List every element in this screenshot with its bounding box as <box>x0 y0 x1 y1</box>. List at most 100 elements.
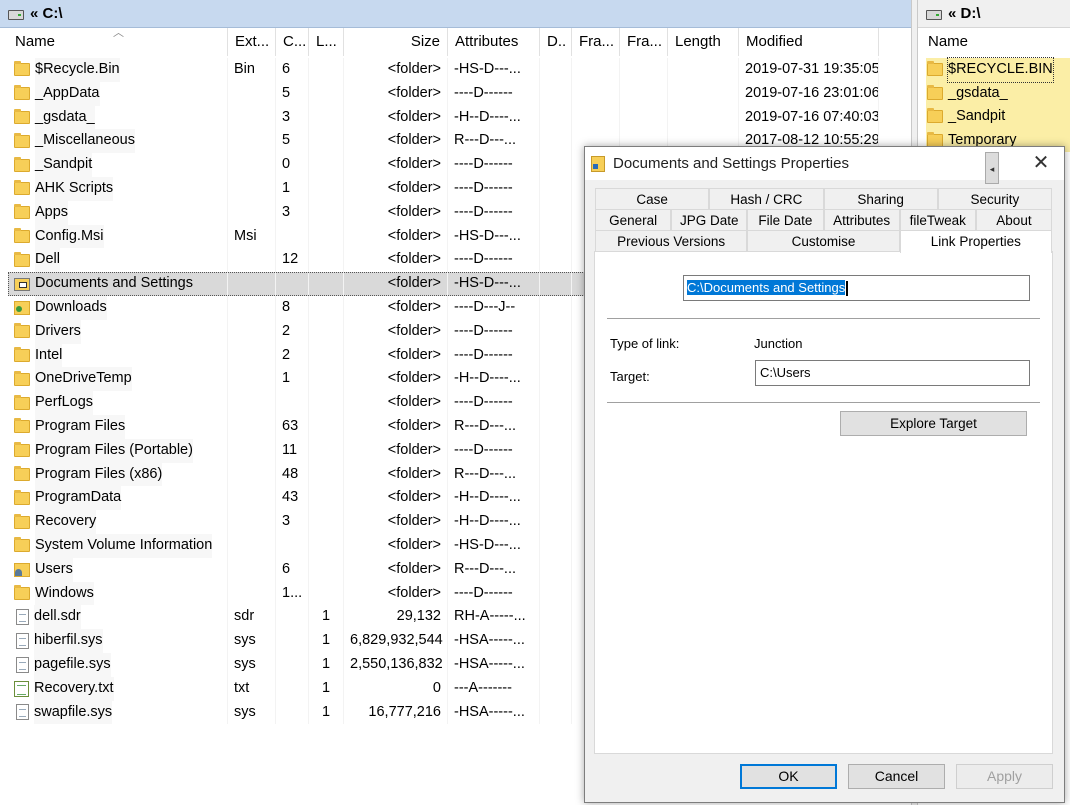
name-cell: Program Files (Portable) <box>8 438 228 463</box>
file-row[interactable]: $RECYCLE.BIN <box>926 57 1070 83</box>
count-cell: 6 <box>276 557 309 582</box>
column-header-size[interactable]: Size <box>344 28 448 56</box>
ext-cell <box>228 129 276 154</box>
tab-security[interactable]: Security <box>937 188 1052 209</box>
d-cell <box>540 557 572 582</box>
size-cell: <folder> <box>344 510 448 534</box>
close-button[interactable]: ✕ <box>1018 147 1064 180</box>
column-header-name[interactable]: Name ︿ <box>8 28 228 56</box>
size-cell: <folder> <box>344 438 448 463</box>
modified-cell: 2019-07-16 07:40:03 <box>739 105 879 130</box>
tab-previous-versions[interactable]: Previous Versions <box>595 230 748 251</box>
explore-target-button[interactable]: Explore Target <box>840 411 1027 436</box>
count-cell: 1... <box>276 581 309 606</box>
d-cell <box>540 58 572 82</box>
links-cell <box>309 486 344 511</box>
column-header-length[interactable]: Length <box>668 28 739 56</box>
tab-general[interactable]: General <box>595 209 672 230</box>
tab-jpg-date[interactable]: JPG Date <box>671 209 748 230</box>
name-cell: Program Files <box>8 414 228 439</box>
name-cell: Documents and Settings <box>8 272 228 296</box>
column-header-d[interactable]: D.. <box>540 28 572 56</box>
ext-cell <box>228 272 276 296</box>
right-path-bar[interactable]: « D:\ <box>918 0 1070 28</box>
tab-customise[interactable]: Customise <box>747 230 900 251</box>
folder-icon <box>927 84 943 100</box>
column-header-ext[interactable]: Ext... <box>228 28 276 56</box>
size-cell: <folder> <box>344 343 448 368</box>
count-cell <box>276 629 309 653</box>
fra-cell <box>572 58 620 82</box>
tab-hash-crc[interactable]: Hash / CRC <box>709 188 824 209</box>
file-name: swapfile.sys <box>34 700 113 725</box>
size-cell: 29,132 <box>344 605 448 630</box>
folder-icon <box>14 370 30 386</box>
modified-cell: 2019-07-31 19:35:05 <box>739 58 879 82</box>
folder-icon <box>14 394 30 410</box>
file-row[interactable]: _gsdata_ <box>926 81 1070 106</box>
attributes-cell: -HS-D---... <box>448 58 540 82</box>
d-cell <box>540 533 572 558</box>
right-column-header-name[interactable]: Name <box>926 28 968 56</box>
size-cell: 16,777,216 <box>344 700 448 725</box>
tab-case[interactable]: Case <box>595 188 710 209</box>
sort-ascending-icon: ︿ <box>113 28 124 39</box>
file-name: Config.Msi <box>35 224 104 249</box>
fra-cell <box>620 105 668 130</box>
count-cell: 1 <box>276 176 309 201</box>
column-header-count[interactable]: C... <box>276 28 309 56</box>
drive-icon <box>8 9 24 20</box>
file-row[interactable]: _gsdata_ 3 <folder> -H--D----... 2019-07-16 … <box>8 105 911 130</box>
ext-cell <box>228 200 276 225</box>
attributes-cell: RH-A-----... <box>448 605 540 630</box>
column-header-fra-2[interactable]: Fra... <box>620 28 668 56</box>
file-row[interactable]: _Sandpit <box>926 105 1070 129</box>
cancel-button[interactable]: Cancel <box>848 764 945 789</box>
ok-button[interactable]: OK <box>740 764 837 789</box>
folder-icon <box>14 204 30 220</box>
tab-attributes[interactable]: Attributes <box>823 209 900 230</box>
file-name: Windows <box>35 581 94 606</box>
right-file-list: $RECYCLE.BIN _gsdata_ _Sandpit Temporary <box>926 57 1070 153</box>
dialog-title: Documents and Settings Properties <box>613 155 849 172</box>
attributes-cell: -HS-D---... <box>448 533 540 558</box>
name-cell: OneDriveTemp <box>8 367 228 392</box>
download-icon <box>14 300 30 315</box>
count-cell: 11 <box>276 438 309 463</box>
file-name: AHK Scripts <box>35 176 114 201</box>
ext-cell <box>228 462 276 487</box>
left-path-bar[interactable]: « C:\ <box>0 0 911 28</box>
apply-button[interactable]: Apply <box>956 764 1053 789</box>
pin-icon[interactable]: ◂ <box>985 152 999 184</box>
column-header-attributes[interactable]: Attributes <box>448 28 540 56</box>
drive-icon <box>926 9 942 20</box>
column-header-links[interactable]: L... <box>309 28 344 56</box>
links-cell <box>309 391 344 415</box>
column-header-modified[interactable]: Modified <box>739 28 879 56</box>
links-cell <box>309 129 344 154</box>
file-icon <box>16 656 29 673</box>
ext-cell: txt <box>228 676 276 701</box>
file-row[interactable]: $Recycle.Bin Bin 6 <folder> -HS-D---... 2019-… <box>8 58 911 82</box>
count-cell <box>276 605 309 630</box>
d-cell <box>540 319 572 344</box>
dialog-titlebar[interactable]: Documents and Settings Properties ◂ ✕ <box>585 147 1064 184</box>
ext-cell <box>228 486 276 511</box>
attributes-cell: -HSA-----... <box>448 629 540 653</box>
ext-cell <box>228 533 276 558</box>
target-field[interactable]: C:\Users <box>755 360 1030 386</box>
file-row[interactable]: _AppData 5 <folder> ----D------ 2019-07-16 2… <box>8 81 911 106</box>
link-path-field[interactable]: C:\Documents and Settings <box>683 275 1030 301</box>
tab-file-date[interactable]: File Date <box>747 209 824 230</box>
folder-icon <box>14 61 30 77</box>
attributes-cell: R---D---... <box>448 462 540 487</box>
tab-link-properties[interactable]: Link Properties <box>899 230 1052 253</box>
tab-filetweak[interactable]: fileTweak <box>899 209 976 230</box>
attributes-cell: -HSA-----... <box>448 652 540 677</box>
file-name: Intel <box>35 343 63 368</box>
count-cell <box>276 224 309 249</box>
tab-about[interactable]: About <box>975 209 1053 230</box>
file-name: $Recycle.Bin <box>35 58 120 82</box>
tab-sharing[interactable]: Sharing <box>823 188 938 209</box>
column-header-fra-1[interactable]: Fra... <box>572 28 620 56</box>
